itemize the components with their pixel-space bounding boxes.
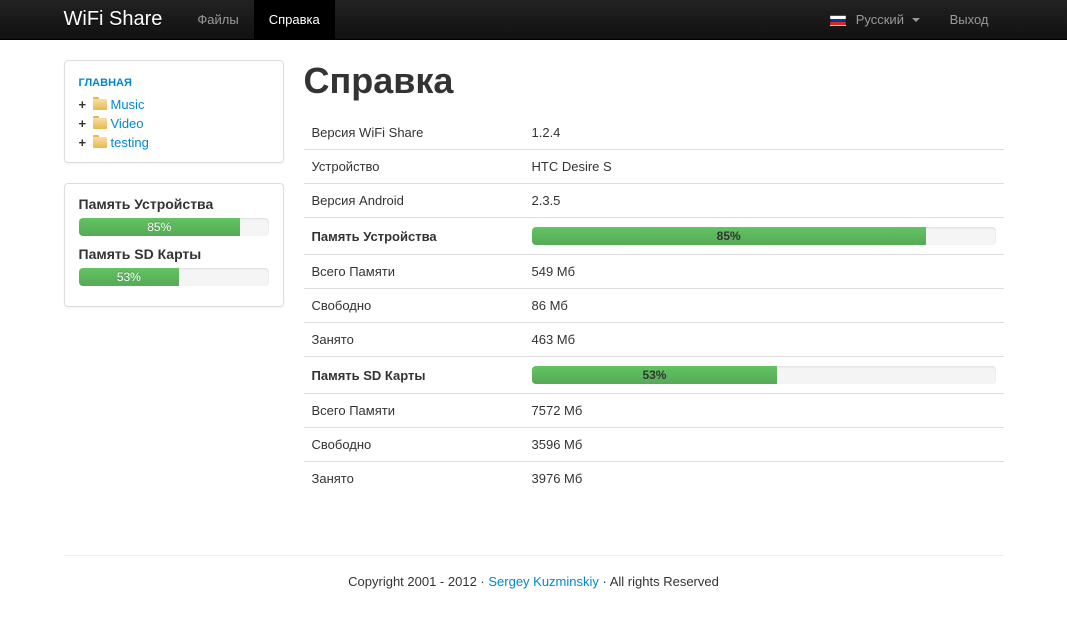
table-row: УстройствоHTC Desire S (304, 150, 1004, 184)
page-title: Справка (304, 60, 1004, 102)
mem-sd-progress: 53% (79, 268, 269, 286)
row-label: Свободно (304, 289, 524, 323)
row-value: HTC Desire S (524, 150, 1004, 184)
row-value: 86 Мб (524, 289, 1004, 323)
row-value: 549 Мб (524, 255, 1004, 289)
footer-divider (64, 555, 1004, 556)
mem-sd-bar: 53% (79, 268, 180, 286)
progress: 53% (532, 366, 996, 384)
mem-sd-title: Память SD Карты (79, 246, 269, 262)
row-value: 463 Мб (524, 323, 1004, 357)
folder-icon (93, 137, 107, 148)
row-label: Всего Памяти (304, 394, 524, 428)
table-row: Свободно86 Мб (304, 289, 1004, 323)
footer-copyright: Copyright 2001 - 2012 · (348, 574, 488, 589)
row-label: Всего Памяти (304, 255, 524, 289)
mem-device-bar: 85% (79, 218, 241, 236)
nav-files[interactable]: Файлы (182, 0, 253, 39)
row-value: 2.3.5 (524, 184, 1004, 218)
row-label: Свободно (304, 428, 524, 462)
row-label: Память SD Карты (304, 357, 524, 394)
sidebar-home-link[interactable]: ГЛАВНАЯ (79, 71, 269, 95)
table-row: Всего Памяти549 Мб (304, 255, 1004, 289)
row-value: 7572 Мб (524, 394, 1004, 428)
footer: Copyright 2001 - 2012 · Sergey Kuzminski… (0, 574, 1067, 619)
table-row: Занято463 Мб (304, 323, 1004, 357)
table-row: Память Устройства 85% (304, 218, 1004, 255)
table-row: Версия WiFi Share1.2.4 (304, 116, 1004, 150)
memory-panel: Память Устройства 85% Память SD Карты 53… (64, 183, 284, 307)
row-label: Занято (304, 323, 524, 357)
progress-bar: 85% (532, 227, 926, 245)
row-label: Память Устройства (304, 218, 524, 255)
row-value: 1.2.4 (524, 116, 1004, 150)
table-row: Занято3976 Мб (304, 462, 1004, 496)
folder-music[interactable]: Music (111, 97, 145, 112)
tree-item: + Music (79, 95, 269, 114)
row-label: Занято (304, 462, 524, 496)
row-label: Устройство (304, 150, 524, 184)
row-value: 53% (524, 357, 1004, 394)
folder-tree-panel: ГЛАВНАЯ + Music + Video + testing (64, 60, 284, 163)
folder-video[interactable]: Video (111, 116, 144, 131)
flag-icon (830, 15, 846, 26)
row-value: 3976 Мб (524, 462, 1004, 496)
row-label: Версия Android (304, 184, 524, 218)
language-label: Русский (856, 12, 904, 27)
expand-icon[interactable]: + (79, 135, 89, 150)
caret-down-icon (912, 18, 920, 22)
folder-icon (93, 99, 107, 110)
table-row: Свободно3596 Мб (304, 428, 1004, 462)
progress: 85% (532, 227, 996, 245)
mem-device-progress: 85% (79, 218, 269, 236)
brand[interactable]: WiFi Share (64, 8, 183, 31)
navbar: WiFi Share Файлы Справка Русский Выход (0, 0, 1067, 40)
folder-testing[interactable]: testing (111, 135, 149, 150)
folder-icon (93, 118, 107, 129)
nav-help[interactable]: Справка (254, 0, 335, 39)
row-label: Версия WiFi Share (304, 116, 524, 150)
expand-icon[interactable]: + (79, 116, 89, 131)
tree-item: + testing (79, 133, 269, 152)
table-row: Память SD Карты 53% (304, 357, 1004, 394)
footer-author-link[interactable]: Sergey Kuzminskiy (488, 574, 599, 589)
expand-icon[interactable]: + (79, 97, 89, 112)
progress-bar: 53% (532, 366, 778, 384)
tree-item: + Video (79, 114, 269, 133)
logout-link[interactable]: Выход (935, 0, 1004, 40)
info-table: Версия WiFi Share1.2.4 УстройствоHTC Des… (304, 116, 1004, 495)
row-value: 85% (524, 218, 1004, 255)
mem-device-title: Память Устройства (79, 196, 269, 212)
footer-rights: · All rights Reserved (599, 574, 719, 589)
row-value: 3596 Мб (524, 428, 1004, 462)
table-row: Всего Памяти7572 Мб (304, 394, 1004, 428)
language-dropdown[interactable]: Русский (815, 0, 935, 40)
table-row: Версия Android2.3.5 (304, 184, 1004, 218)
